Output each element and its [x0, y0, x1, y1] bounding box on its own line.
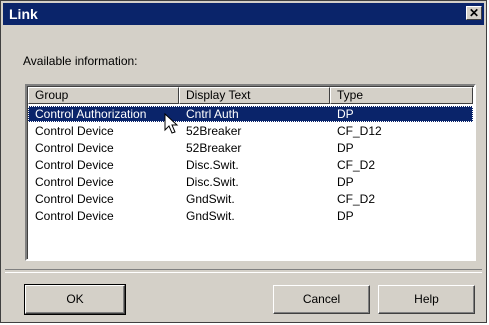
link-dialog: Link ✕ Available information: Group Disp… [0, 0, 487, 323]
list-header: Group Display Text Type [28, 87, 473, 105]
cell-group: Control Authorization [35, 107, 147, 121]
available-information-label: Available information: [23, 54, 138, 68]
cell-display-text: GndSwit. [186, 209, 235, 223]
table-row[interactable]: Control Device 52Breaker CF_D12 [28, 123, 473, 139]
column-header-group[interactable]: Group [28, 87, 179, 104]
cancel-button[interactable]: Cancel [273, 285, 370, 314]
cell-group: Control Device [35, 124, 114, 138]
information-list[interactable]: Group Display Text Type Control Authoriz… [25, 84, 476, 261]
cell-display-text: 52Breaker [186, 124, 242, 138]
table-row[interactable]: Control Device Disc.Swit. CF_D2 [28, 157, 473, 173]
window-title: Link [9, 6, 38, 22]
cell-type: CF_D2 [337, 192, 376, 206]
close-button[interactable]: ✕ [466, 6, 482, 20]
cell-display-text: Disc.Swit. [186, 175, 239, 189]
cell-display-text: GndSwit. [186, 192, 235, 206]
column-header-display-text[interactable]: Display Text [179, 87, 330, 104]
table-row[interactable]: Control Device 52Breaker DP [28, 140, 473, 156]
close-icon: ✕ [468, 6, 480, 20]
cell-group: Control Device [35, 175, 114, 189]
cell-display-text: Cntrl Auth [186, 107, 239, 121]
cell-type: DP [337, 141, 354, 155]
cell-type: CF_D12 [337, 124, 382, 138]
cell-type: DP [337, 107, 354, 121]
cell-group: Control Device [35, 158, 114, 172]
cell-group: Control Device [35, 192, 114, 206]
title-bar[interactable]: Link ✕ [3, 3, 484, 25]
cell-type: CF_D2 [337, 158, 376, 172]
cell-type: DP [337, 209, 354, 223]
cell-group: Control Device [35, 209, 114, 223]
divider [5, 269, 482, 273]
table-row[interactable]: Control Device GndSwit. DP [28, 208, 473, 224]
cell-type: DP [337, 175, 354, 189]
cell-display-text: 52Breaker [186, 141, 242, 155]
cell-group: Control Device [35, 141, 114, 155]
mouse-pointer-icon [164, 113, 179, 134]
table-row[interactable]: Control Authorization Cntrl Auth DP [28, 106, 473, 122]
ok-button[interactable]: OK [24, 284, 126, 315]
table-row[interactable]: Control Device GndSwit. CF_D2 [28, 191, 473, 207]
help-button[interactable]: Help [378, 285, 475, 314]
cell-display-text: Disc.Swit. [186, 158, 239, 172]
column-header-type[interactable]: Type [330, 87, 473, 104]
table-row[interactable]: Control Device Disc.Swit. DP [28, 174, 473, 190]
